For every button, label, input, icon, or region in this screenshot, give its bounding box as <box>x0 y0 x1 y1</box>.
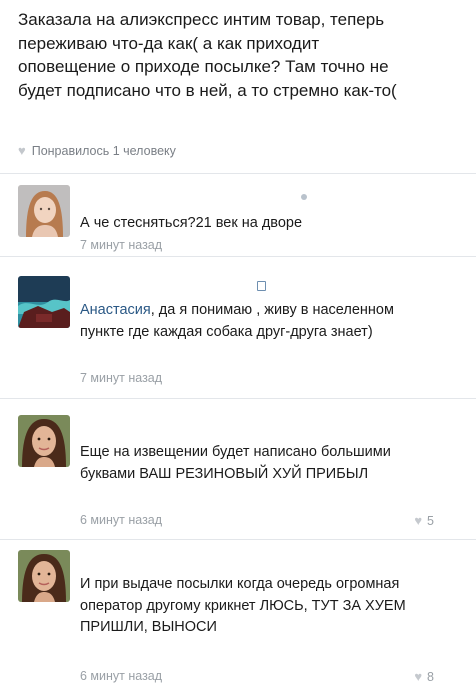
post-text: Заказала на алиэкспресс интим товар, теп… <box>18 10 397 100</box>
comment: И при выдаче посылки когда очередь огром… <box>0 539 476 692</box>
post-likes[interactable]: ♥ Понравилось 1 человеку <box>18 143 176 158</box>
comment-likes[interactable]: ♥ 8 <box>414 669 434 684</box>
comment-text: А че стесняться?21 век на дворе <box>80 215 303 231</box>
avatar[interactable] <box>18 550 70 602</box>
comment: Еще на извещении будет написано большими… <box>0 398 476 539</box>
avatar[interactable] <box>18 276 70 328</box>
square-icon <box>257 281 266 291</box>
comment: А че стесняться?21 век на дворе 7 минут … <box>0 173 476 256</box>
comment: Анастасия, да я понимаю , живу в населен… <box>0 256 476 398</box>
author-name-link[interactable]: Анастасия <box>80 302 151 318</box>
avatar[interactable] <box>18 415 70 467</box>
avatar[interactable] <box>18 185 70 237</box>
heart-icon[interactable]: ♥ <box>18 143 26 158</box>
unread-dot <box>301 194 307 200</box>
post-likes-text: Понравилось 1 человеку <box>31 143 176 158</box>
heart-icon[interactable]: ♥ <box>414 669 422 684</box>
comment-time[interactable]: 6 минут назад <box>80 513 162 527</box>
comment-time[interactable]: 7 минут назад <box>80 238 162 252</box>
comment-likes[interactable]: ♥ 5 <box>414 513 434 528</box>
comment-time[interactable]: 6 минут назад <box>80 669 162 683</box>
comment-text: Анастасия, да я понимаю , живу в населен… <box>80 300 410 343</box>
like-count: 5 <box>427 513 434 528</box>
like-count: 8 <box>427 669 434 684</box>
heart-icon[interactable]: ♥ <box>414 513 422 528</box>
comment-text: Еще на извещении будет написано большими… <box>80 444 391 482</box>
comment-text: И при выдаче посылки когда очередь огром… <box>80 576 406 635</box>
post: Заказала на алиэкспресс интим товар, теп… <box>18 8 458 158</box>
comment-time[interactable]: 7 минут назад <box>80 371 162 385</box>
